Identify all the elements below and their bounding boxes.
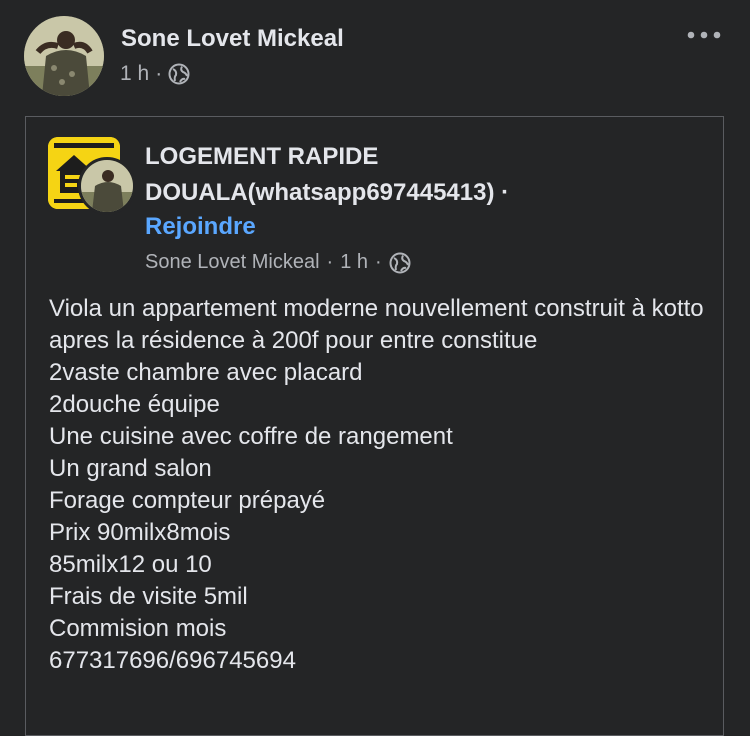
globe-icon xyxy=(389,252,411,273)
join-group-link[interactable]: Rejoindre xyxy=(145,213,256,241)
group-avatar[interactable] xyxy=(48,137,136,217)
body-line: 2vaste chambre avec placard xyxy=(49,359,363,386)
body-line: Viola un appartement moderne nouvellemen… xyxy=(49,295,704,354)
body-line: Frais de visite 5mil xyxy=(49,583,248,610)
author-name[interactable]: Sone Lovet Mickeal xyxy=(121,25,344,53)
body-line: Un grand salon xyxy=(49,455,212,482)
post-header: Sone Lovet Mickeal 1 h · xyxy=(24,16,726,96)
shared-post-time[interactable]: 1 h xyxy=(340,251,368,274)
post-time[interactable]: 1 h xyxy=(120,62,149,86)
body-line: 85milx12 ou 10 xyxy=(49,551,212,578)
author-mini-avatar xyxy=(78,157,136,215)
author-photo xyxy=(24,16,104,96)
group-title[interactable]: LOGEMENT RAPIDE DOUALA(whatsapp697445413… xyxy=(145,139,705,211)
shared-author-name[interactable]: Sone Lovet Mickeal xyxy=(145,251,320,274)
body-line: Une cuisine avec coffre de rangement xyxy=(49,423,453,450)
body-line: Commision mois xyxy=(49,615,227,642)
meta-separator: · xyxy=(155,62,163,85)
post-meta: 1 h · xyxy=(120,62,190,86)
more-options-icon xyxy=(687,31,721,39)
author-mini-photo xyxy=(81,160,133,212)
shared-post-card[interactable]: LOGEMENT RAPIDE DOUALA(whatsapp697445413… xyxy=(25,116,724,736)
phone-numbers[interactable]: 677317696/696745694 xyxy=(49,645,709,677)
body-line: Prix 90milx8mois xyxy=(49,519,231,546)
shared-post-meta: Sone Lovet Mickeal · 1 h · xyxy=(145,251,411,274)
body-line: 2douche équipe xyxy=(49,391,220,418)
meta-separator: · xyxy=(326,251,334,273)
author-avatar[interactable] xyxy=(24,16,104,96)
post-body-text: Viola un appartement moderne nouvellemen… xyxy=(49,293,709,677)
meta-separator: · xyxy=(375,251,382,273)
globe-icon xyxy=(168,63,190,85)
more-options-button[interactable] xyxy=(684,22,724,48)
body-line: Forage compteur prépayé xyxy=(49,487,326,514)
